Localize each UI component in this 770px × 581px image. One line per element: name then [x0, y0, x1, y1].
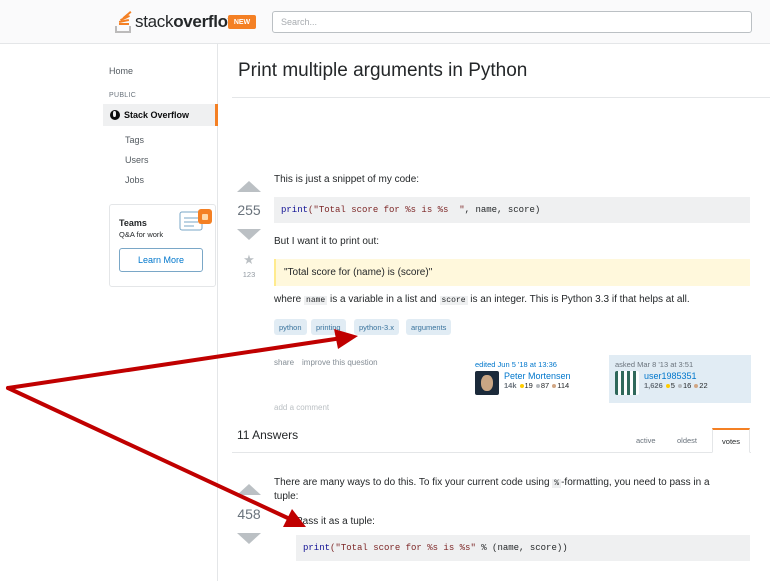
tag-printing[interactable]: printing — [311, 319, 346, 335]
editor-avatar[interactable] — [475, 371, 499, 395]
favorite-star-icon[interactable]: ★ — [234, 252, 264, 268]
nav-jobs[interactable]: Jobs — [125, 175, 144, 185]
tab-active[interactable]: active — [636, 436, 656, 445]
improve-question-link[interactable]: improve this question — [302, 358, 378, 367]
teams-subtitle: Q&A for work — [119, 230, 164, 239]
teams-title: Teams — [119, 218, 147, 228]
share-link[interactable]: share — [274, 358, 294, 367]
answer-upvote-arrow-icon[interactable] — [237, 484, 261, 495]
asker-avatar[interactable] — [615, 371, 639, 395]
tag-arguments[interactable]: arguments — [406, 319, 452, 335]
nav-public-label: PUBLIC — [109, 92, 137, 99]
tag-python-3x[interactable]: python-3.x — [354, 319, 400, 335]
answers-divider — [232, 452, 751, 453]
title-divider — [232, 97, 770, 98]
question-want-text: But I want it to print out: — [274, 236, 380, 247]
asker-reputation: 1,626 5 16 22 — [644, 381, 708, 390]
stackoverflow-logo[interactable]: stackoverflow — [115, 10, 241, 34]
answer-code-block: print ("Total score for %s is %s" % (name… — [296, 535, 750, 561]
asker-signature: asked Mar 8 '13 at 3:51 user1985351 1,62… — [609, 355, 751, 403]
answer-downvote-arrow-icon[interactable] — [237, 533, 261, 544]
favorite-count: 123 — [242, 270, 256, 279]
asked-time[interactable]: asked Mar 8 '13 at 3:51 — [615, 360, 745, 369]
editor-reputation: 14k 19 87 114 — [504, 381, 570, 390]
question-intro: This is just a snippet of my code: — [274, 174, 420, 185]
downvote-arrow-icon[interactable] — [237, 229, 261, 240]
search-input[interactable] — [272, 11, 752, 33]
answer-vote-count: 458 — [237, 506, 261, 522]
question-title[interactable]: Print multiple arguments in Python — [238, 60, 527, 82]
new-badge: NEW — [228, 15, 256, 29]
teams-chat-icon — [179, 209, 212, 231]
learn-more-button[interactable]: Learn More — [119, 248, 203, 272]
nav-users[interactable]: Users — [125, 155, 149, 165]
nav-stack-overflow[interactable]: Stack Overflow — [103, 104, 218, 126]
answers-count-heading: 11 Answers — [237, 428, 299, 442]
add-comment-link[interactable]: add a comment — [274, 403, 329, 412]
tab-oldest[interactable]: oldest — [677, 436, 697, 445]
nav-tags[interactable]: Tags — [125, 135, 144, 145]
question-vote-count: 255 — [237, 202, 261, 218]
upvote-arrow-icon[interactable] — [237, 181, 261, 192]
answer-text-line2: tuple: — [274, 491, 299, 502]
question-code-block: print ("Total score for %s is %s ", name,… — [274, 197, 750, 223]
stackoverflow-logo-icon — [115, 11, 133, 33]
tag-python[interactable]: python — [274, 319, 307, 335]
question-blockquote: "Total score for (name) is (score)" — [274, 259, 750, 286]
question-detail: where name is a variable in a list and s… — [274, 294, 690, 305]
editor-signature: edited Jun 5 '18 at 13:36 Peter Mortense… — [469, 355, 603, 403]
globe-icon — [110, 110, 120, 120]
nav-home[interactable]: Home — [109, 66, 133, 76]
asker-name[interactable]: user1985351 — [644, 371, 708, 381]
editor-name[interactable]: Peter Mortensen — [504, 371, 571, 381]
edited-time[interactable]: edited Jun 5 '18 at 13:36 — [475, 360, 597, 369]
tab-votes[interactable]: votes — [712, 428, 750, 453]
answer-step: Pass it as a tuple: — [296, 516, 375, 527]
answer-text-line1: There are many ways to do this. To fix y… — [274, 477, 710, 488]
logo-text: stackoverflow — [135, 12, 241, 31]
